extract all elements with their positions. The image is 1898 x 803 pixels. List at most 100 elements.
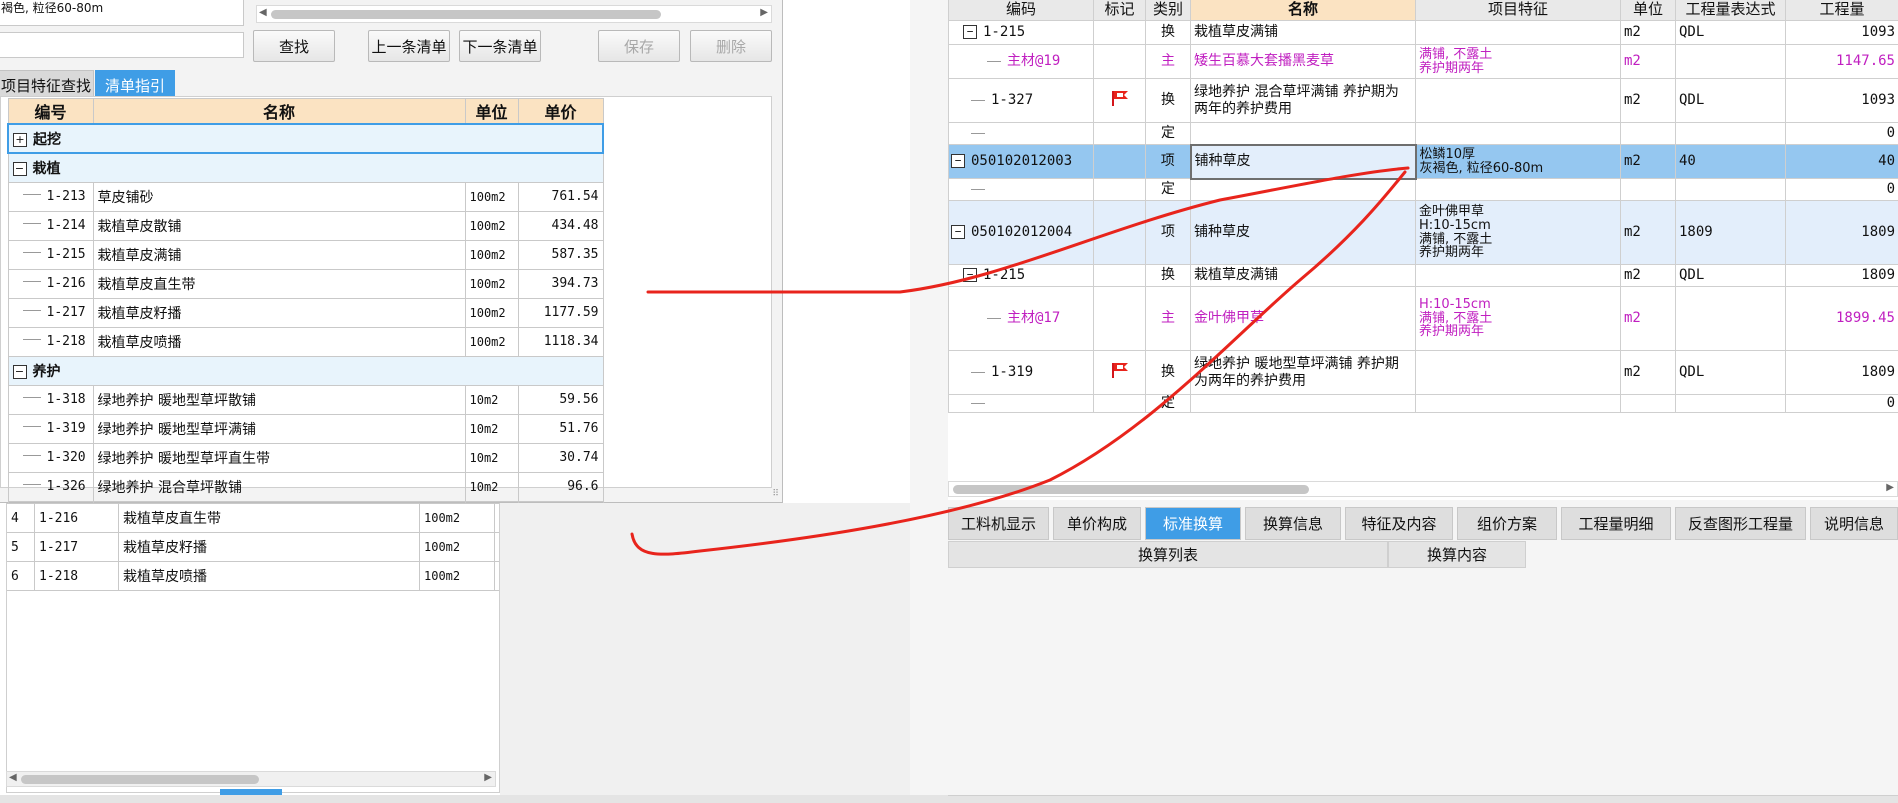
collapse-toggle-icon[interactable]: − [951,154,965,169]
row-name[interactable]: 金叶佛甲草 [1190,286,1416,351]
tab-bottom-0[interactable]: 工料机显示 [948,507,1049,540]
conversion-content-header[interactable]: 换算内容 [1388,541,1526,568]
lower-hscrollbar[interactable]: ◀ ▶ [6,771,496,787]
row-expression[interactable]: 40 [1675,144,1786,179]
group-row[interactable]: − 栽植 [7,152,604,183]
col-header-name[interactable]: 名称 [1190,0,1416,21]
row-name[interactable] [1190,122,1416,145]
col-header-price[interactable]: 单价 [517,98,604,125]
row-name[interactable]: 栽植草皮满铺 [1190,264,1416,287]
row-mark[interactable] [1093,122,1146,145]
row-feature[interactable] [1415,264,1621,287]
row-name[interactable]: 绿地养护 混合草坪散铺 [92,471,466,502]
table-row[interactable]: 1-326 绿地养护 混合草坪散铺 10m2 96.6 [7,471,604,502]
row-feature[interactable]: 金叶佛甲草 H:10-15cm 满铺, 不露土 养护期两年 [1415,200,1621,265]
col-header-quantity[interactable]: 工程量 [1785,0,1898,21]
row-name[interactable] [1190,178,1416,201]
scroll-right-arrow[interactable]: ▶ [484,772,492,783]
table-row[interactable]: 1-320 绿地养护 暖地型草坪直生带 10m2 30.74 [7,442,604,473]
row-feature[interactable] [1415,78,1621,123]
expand-toggle-icon[interactable]: − [12,364,27,379]
scroll-right-arrow[interactable]: ▶ [760,7,768,18]
row-mark[interactable] [1093,394,1146,413]
row-name[interactable]: 栽植草皮籽播 [92,297,466,328]
row-name[interactable]: 绿地养护 暖地型草坪散铺 [92,384,466,415]
collapse-toggle-icon[interactable]: − [963,268,977,283]
table-row[interactable]: 1-319 绿地养护 暖地型草坪满铺 10m2 51.76 [7,413,604,444]
bill-row[interactable]: 1-319 换绿地养护 暖地型草坪满铺 养护期为两年的养护费用 m2 QDL 1809 [948,350,1898,395]
row-feature[interactable] [1415,178,1621,201]
row-mark[interactable] [1093,286,1146,351]
row-mark[interactable] [1093,44,1146,79]
resize-grip-icon[interactable]: ⠿ [772,489,779,499]
row-name[interactable]: 铺种草皮 [1190,200,1416,265]
scroll-thumb[interactable] [21,775,259,784]
tab-bottom-6[interactable]: 工程量明细 [1561,507,1671,540]
row-name[interactable]: 绿地养护 暖地型草坪满铺 [92,413,466,444]
collapse-toggle-icon[interactable]: − [951,225,965,240]
next-item-button[interactable]: 下一条清单 [459,30,541,62]
row-name[interactable]: 铺种草皮 [1189,143,1417,180]
col-header-expression[interactable]: 工程量表达式 [1675,0,1786,21]
row-name[interactable]: 草皮铺砂 [92,181,466,212]
table-row[interactable]: 1-215 栽植草皮满铺 100m2 587.35 [7,239,604,270]
row-expression[interactable] [1675,178,1786,201]
row-feature[interactable]: H:10-15cm 满铺, 不露土 养护期两年 [1415,286,1621,351]
row-expression[interactable] [1675,44,1786,79]
row-mark[interactable] [1093,200,1146,265]
row-mark[interactable] [1093,144,1146,179]
row-name[interactable]: 绿地养护 暖地型草坪直生带 [92,442,466,473]
table-row[interactable]: 1-214 栽植草皮散铺 100m2 434.48 [7,210,604,241]
row-feature[interactable] [1415,350,1621,395]
row-name[interactable]: 栽植草皮喷播 [92,326,466,357]
col-header-name[interactable]: 名称 [92,98,466,125]
row-expression[interactable] [1675,286,1786,351]
top-hscrollbar[interactable]: ◀ ▶ [256,5,772,23]
row-feature[interactable] [1415,122,1621,145]
row-name[interactable]: 栽植草皮直生带 [92,268,466,299]
tab-bottom-4[interactable]: 特征及内容 [1345,507,1453,540]
bill-row[interactable]: −050102012003 项铺种草皮 松鳞10厚 灰褐色, 粒径60-80m m2 4… [948,143,1898,180]
tab-bottom-1[interactable]: 单价构成 [1053,507,1141,540]
col-header-mark[interactable]: 标记 [1093,0,1146,21]
find-button[interactable]: 查找 [253,30,335,62]
row-feature[interactable]: 松鳞10厚 灰褐色, 粒径60-80m [1415,144,1621,179]
conversion-list-header[interactable]: 换算列表 [948,541,1388,568]
row-feature[interactable]: 满铺, 不露土 养护期两年 [1415,44,1621,79]
row-expression[interactable]: QDL [1675,20,1786,45]
expand-toggle-icon[interactable]: + [13,132,27,147]
bill-row[interactable]: −1-215 换栽植草皮满铺 m2 QDL 1093 [948,20,1898,45]
bill-row[interactable]: 1-327 换绿地养护 混合草坪满铺 养护期为两年的养护费用 m2 QDL 1093 [948,78,1898,123]
save-button[interactable]: 保存 [598,30,680,62]
row-name[interactable]: 矮生百慕大套播黑麦草 [1190,44,1416,79]
row-mark[interactable] [1093,350,1146,395]
col-header-feature[interactable]: 项目特征 [1415,0,1621,21]
row-name[interactable]: 栽植草皮满铺 [1190,20,1416,45]
row-feature[interactable] [1415,394,1621,413]
row-name[interactable]: 绿地养护 暖地型草坪满铺 养护期为两年的养护费用 [1190,350,1416,395]
tab-bottom-5[interactable]: 组价方案 [1457,507,1557,540]
expand-toggle-icon[interactable]: − [12,161,27,176]
prev-item-button[interactable]: 上一条清单 [368,30,450,62]
scroll-thumb[interactable] [271,10,661,19]
col-header-code[interactable]: 编码 [948,0,1094,21]
row-expression[interactable] [1675,122,1786,145]
scroll-right-arrow[interactable]: ▶ [1886,482,1894,493]
group-row[interactable]: − 养护 [7,355,604,386]
col-header-code[interactable]: 编号 [7,98,94,125]
row-name[interactable]: 栽植草皮满铺 [92,239,466,270]
row-expression[interactable]: QDL [1675,264,1786,287]
col-header-type[interactable]: 类别 [1145,0,1191,21]
row-mark[interactable] [1093,178,1146,201]
table-row[interactable]: 1-216 栽植草皮直生带 100m2 394.73 [7,268,604,299]
table-row[interactable]: 1-217 栽植草皮籽播 100m2 1177.59 [7,297,604,328]
bill-row[interactable]: 定0 [948,122,1898,145]
table-row[interactable]: 1-213 草皮铺砂 100m2 761.54 [7,181,604,212]
bill-row[interactable]: 定0 [948,394,1898,413]
bill-row[interactable]: 主材@17 主金叶佛甲草 H:10-15cm 满铺, 不露土 养护期两年 m2 1899… [948,286,1898,351]
row-expression[interactable]: 1809 [1675,200,1786,265]
right-hscrollbar[interactable]: ▶ [948,481,1898,497]
delete-button[interactable]: 删除 [690,30,772,62]
tab-bottom-3[interactable]: 换算信息 [1245,507,1341,540]
row-name[interactable]: 绿地养护 混合草坪满铺 养护期为两年的养护费用 [1190,78,1416,123]
